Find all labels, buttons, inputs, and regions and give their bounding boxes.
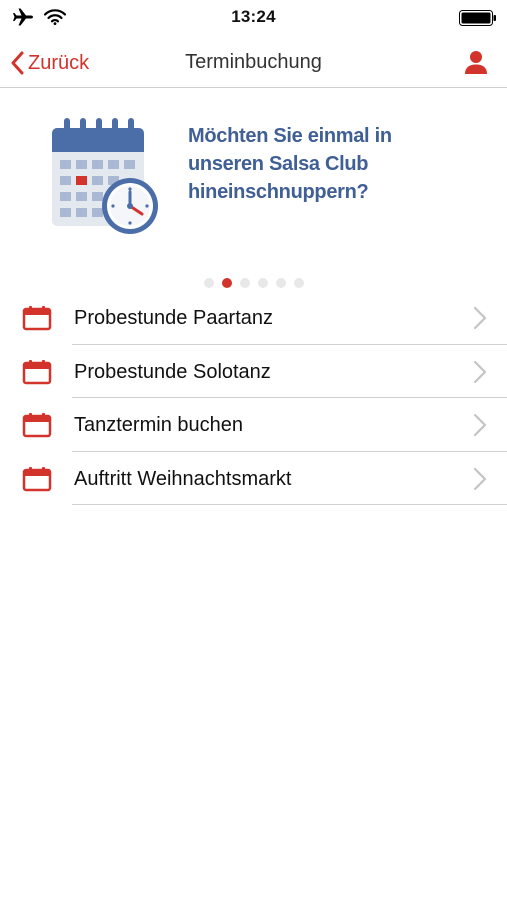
page-dot[interactable] <box>293 278 304 288</box>
status-bar: 13:24 <box>0 0 507 36</box>
list-item-label: Tanztermin buchen <box>74 414 243 436</box>
banner-text: Möchten Sie einmal in unseren Salsa Club… <box>188 122 488 206</box>
banner-line: hineinschnuppern? <box>188 181 369 203</box>
list-item-auftritt-weihnachtsmarkt[interactable]: Auftritt Weihnachtsmarkt <box>0 452 507 505</box>
calendar-icon <box>22 413 52 438</box>
list-item-probestunde-paartanz[interactable]: Probestunde Paartanz <box>0 291 507 345</box>
list-item-label: Auftritt Weihnachtsmarkt <box>74 467 292 490</box>
user-icon <box>465 51 487 74</box>
battery-icon <box>459 10 497 31</box>
banner-line: unseren Salsa Club <box>188 153 369 175</box>
page-dot[interactable] <box>203 278 214 288</box>
list-item-probestunde-solotanz[interactable]: Probestunde Solotanz <box>0 345 507 398</box>
booking-menu-list: Probestunde Paartanz Probestunde Solotan… <box>0 291 507 505</box>
page-dot[interactable] <box>275 278 286 288</box>
page-dot-active[interactable] <box>221 278 232 288</box>
calendar-icon <box>22 466 52 491</box>
list-item-label: Probestunde Solotanz <box>74 360 271 383</box>
page-dot[interactable] <box>257 278 268 288</box>
list-item-tanztermin-buchen[interactable]: Tanztermin buchen <box>0 398 507 452</box>
calendar-icon <box>22 306 52 331</box>
calendar-clock-illustration <box>52 118 158 234</box>
chevron-right-icon <box>473 360 487 383</box>
chevron-right-icon <box>473 306 487 330</box>
calendar-icon <box>22 359 52 384</box>
banner-line: Möchten Sie einmal in <box>188 125 392 147</box>
list-item-label: Probestunde Paartanz <box>74 307 274 329</box>
page-indicator[interactable] <box>0 278 507 288</box>
profile-button[interactable] <box>463 49 489 75</box>
page-title: Terminbuchung <box>185 51 322 73</box>
divider <box>72 504 507 505</box>
chevron-right-icon <box>473 467 487 490</box>
nav-bar: Zurück Terminbuchung <box>0 36 507 88</box>
page-dot[interactable] <box>239 278 250 288</box>
promo-banner[interactable]: Möchten Sie einmal in unseren Salsa Club… <box>0 90 507 300</box>
status-time: 13:24 <box>231 7 276 26</box>
chevron-right-icon <box>473 413 487 437</box>
